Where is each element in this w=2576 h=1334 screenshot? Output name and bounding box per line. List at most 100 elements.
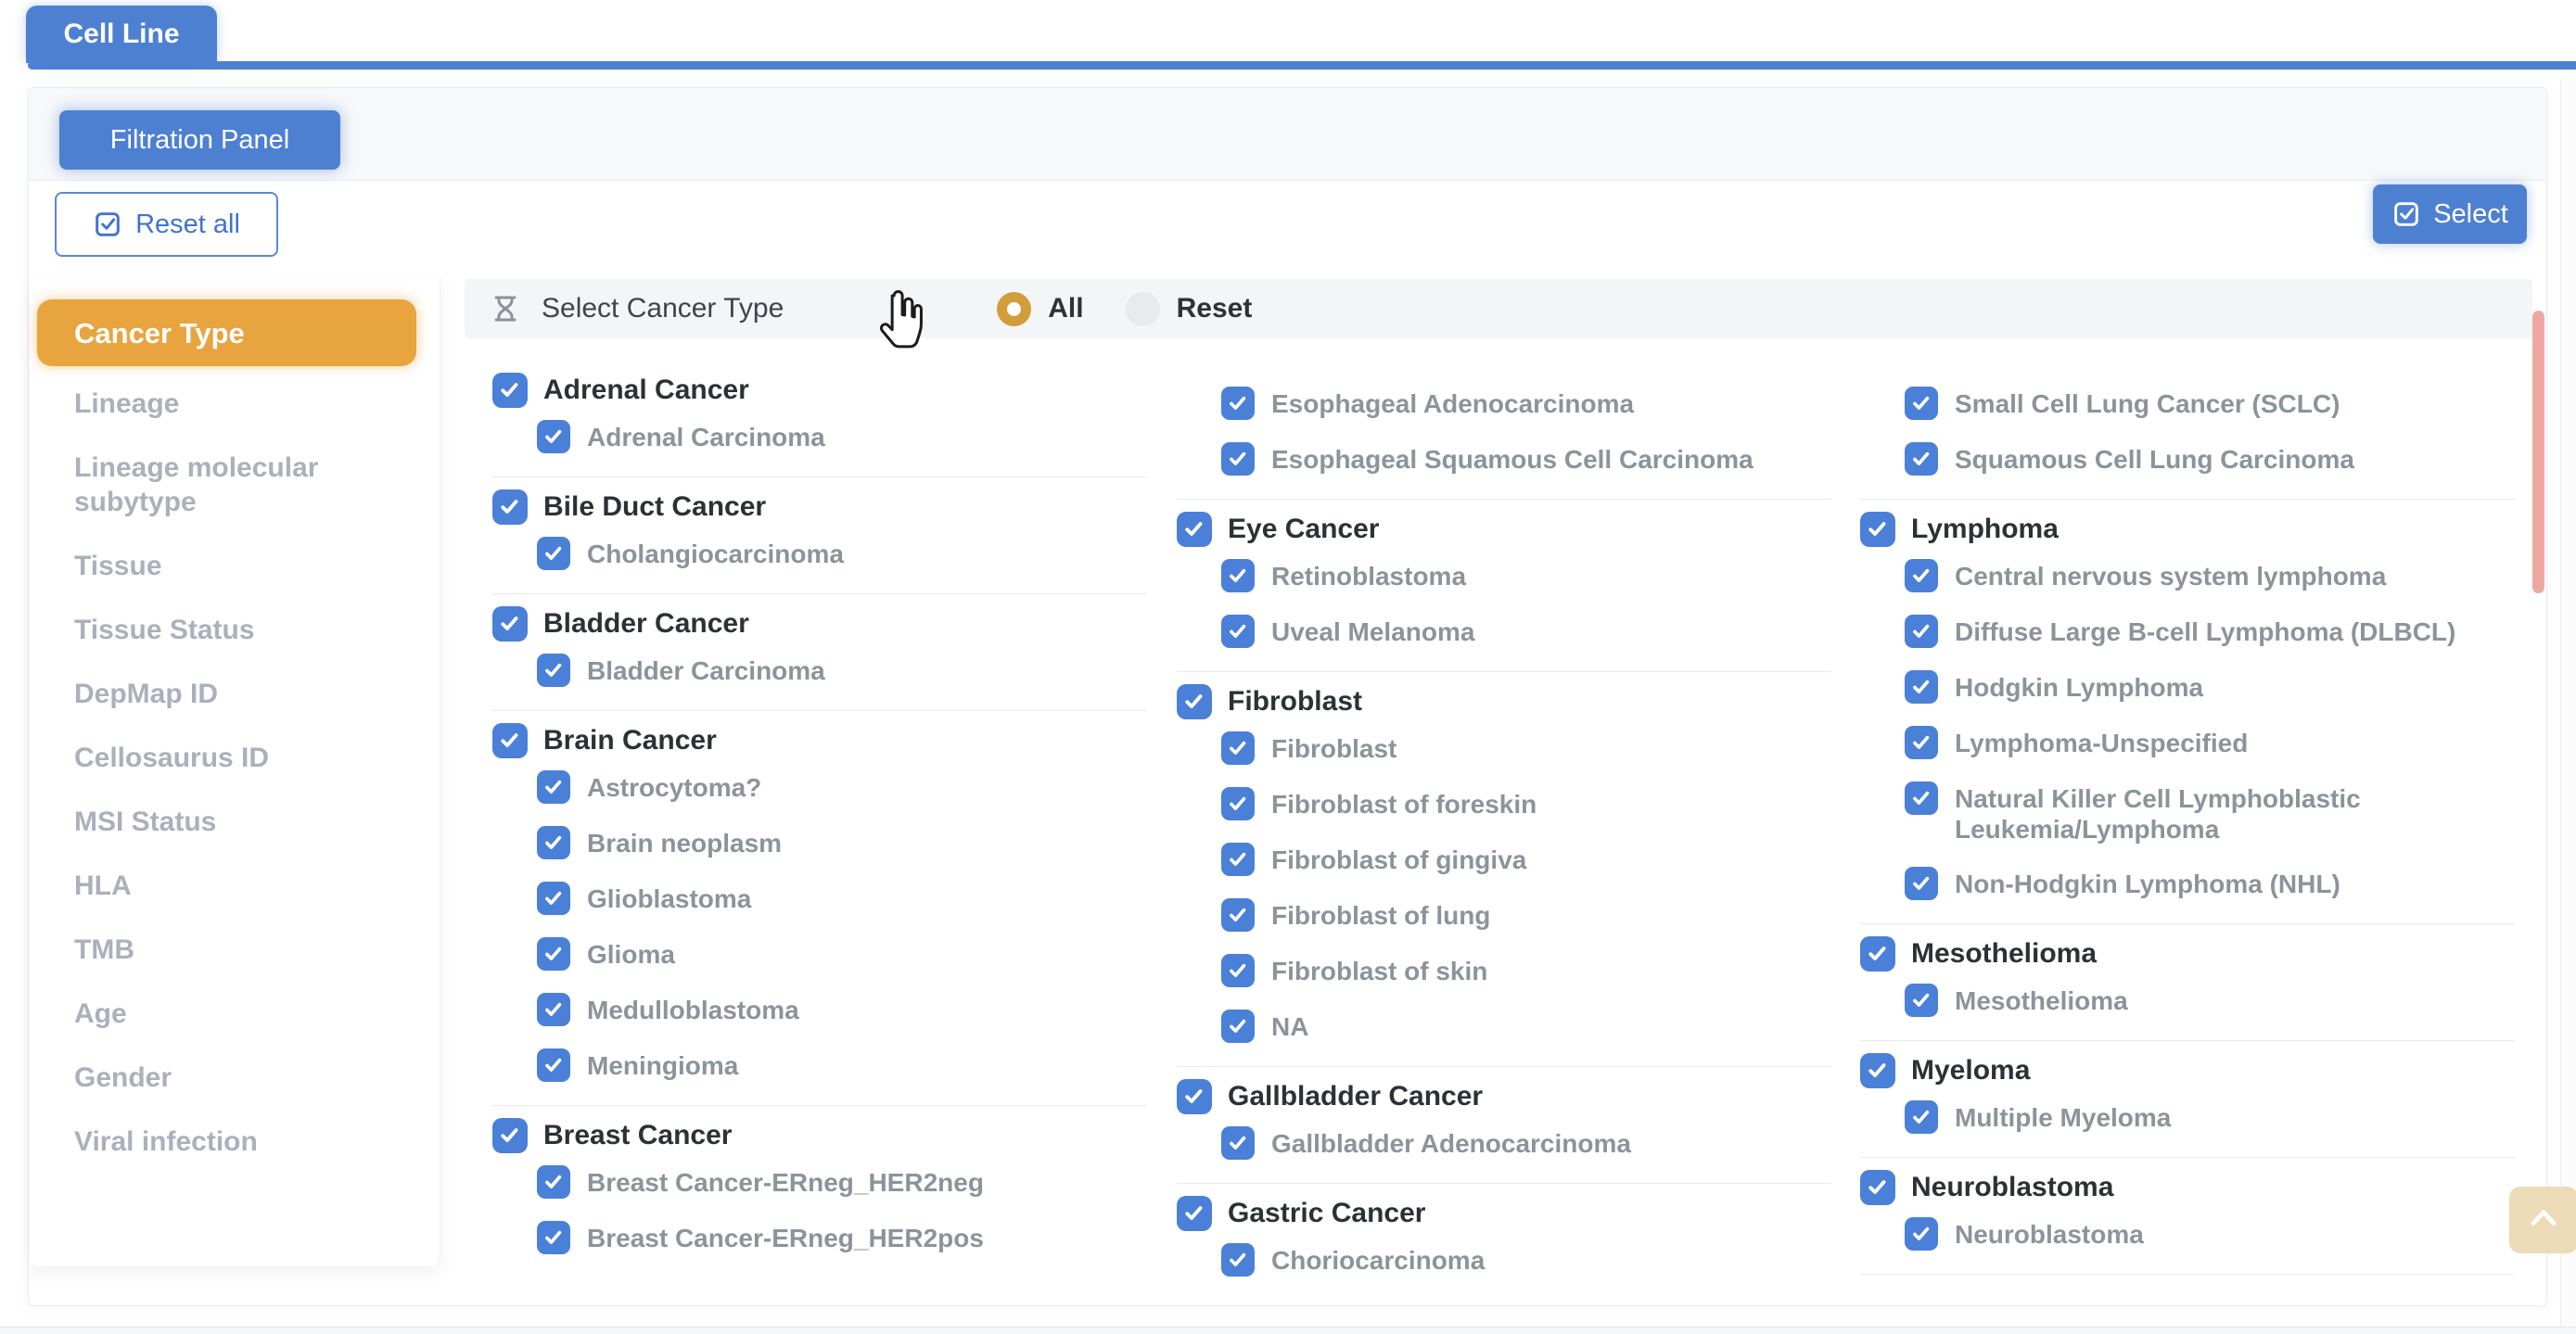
checkbox-bladder-cancer[interactable] <box>492 606 528 642</box>
scroll-to-top-button[interactable] <box>2509 1187 2576 1253</box>
checkbox-squamous-cell-lung-carcinoma[interactable] <box>1905 442 1938 476</box>
checkbox-fibroblast[interactable] <box>1177 684 1212 719</box>
check-icon <box>1909 564 1933 588</box>
radio-option-all[interactable]: All <box>997 292 1083 326</box>
check-icon <box>1909 731 1933 755</box>
sidebar-item-depmap-id[interactable]: DepMap ID <box>30 662 440 726</box>
checkbox-central-nervous-system-lymphoma[interactable] <box>1905 559 1938 592</box>
checkbox-glioma[interactable] <box>537 937 570 971</box>
cancer-subtype-row: Neuroblastoma <box>1905 1217 2515 1251</box>
checkbox-hodgkin-lymphoma[interactable] <box>1905 670 1938 704</box>
sidebar-item-gender[interactable]: Gender <box>30 1046 440 1110</box>
filtration-panel-button[interactable]: Filtration Panel <box>59 110 340 170</box>
cancer-subtype-row: Gallbladder Adenocarcinoma <box>1221 1126 1831 1160</box>
radio-reset-unselected-icon[interactable] <box>1126 292 1160 326</box>
sidebar-item-tissue-status[interactable]: Tissue Status <box>30 598 440 662</box>
checkbox-meningioma[interactable] <box>537 1048 570 1082</box>
cancer-group-eye-cancer: Eye CancerRetinoblastomaUveal Melanoma <box>1177 512 1831 672</box>
cancer-type-row: Fibroblast <box>1177 684 1831 719</box>
cancer-subtype-row: Glioblastoma <box>537 882 1147 915</box>
check-icon <box>497 494 522 519</box>
checkbox-non-hodgkin-lymphoma-nhl[interactable] <box>1905 867 1938 900</box>
check-icon <box>1909 391 1933 415</box>
checkbox-eye-cancer[interactable] <box>1177 512 1212 547</box>
checkbox-neuroblastoma[interactable] <box>1860 1170 1895 1205</box>
cancer-subtype-row: Meningioma <box>537 1048 1147 1082</box>
sidebar-item-tmb[interactable]: TMB <box>30 918 440 982</box>
checkbox-lymphoma-unspecified[interactable] <box>1905 726 1938 759</box>
checkbox-astrocytoma[interactable] <box>537 770 570 804</box>
cancer-type-label: Bladder Cancer <box>543 608 749 640</box>
cancer-subtype-label: Glioma <box>587 937 675 970</box>
radio-option-reset[interactable]: Reset <box>1126 292 1253 326</box>
tab-underline <box>28 61 2576 70</box>
cancer-group: Esophageal AdenocarcinomaEsophageal Squa… <box>1177 387 1831 500</box>
checkbox-fibroblast-of-foreskin[interactable] <box>1221 787 1255 820</box>
reset-all-button[interactable]: Reset all <box>55 192 278 257</box>
cancer-column-1: Adrenal CancerAdrenal CarcinomaBile Duct… <box>492 361 1147 1305</box>
checkbox-gallbladder-cancer[interactable] <box>1177 1079 1212 1114</box>
checkbox-neuroblastoma[interactable] <box>1905 1217 1938 1251</box>
checkbox-na[interactable] <box>1221 1010 1255 1043</box>
vertical-scrollbar-thumb[interactable] <box>2532 311 2544 593</box>
checkbox-retinoblastoma[interactable] <box>1221 559 1255 592</box>
sidebar-item-hla[interactable]: HLA <box>30 854 440 918</box>
checkbox-gastric-cancer[interactable] <box>1177 1196 1212 1231</box>
cancer-subtype-row: Choriocarcinoma <box>1221 1243 1831 1277</box>
sidebar-item-cellosaurus-id[interactable]: Cellosaurus ID <box>30 726 440 790</box>
checkbox-lymphoma[interactable] <box>1860 512 1895 547</box>
cancer-type-row: Bladder Cancer <box>492 606 1147 642</box>
checkbox-multiple-myeloma[interactable] <box>1905 1100 1938 1134</box>
checkbox-diffuse-large-b-cell-lymphoma-dlbcl[interactable] <box>1905 615 1938 648</box>
sidebar-item-tissue[interactable]: Tissue <box>30 534 440 598</box>
cancer-subtype-label: Meningioma <box>587 1048 738 1081</box>
checkbox-gallbladder-adenocarcinoma[interactable] <box>1221 1126 1255 1160</box>
checkbox-mesothelioma[interactable] <box>1905 984 1938 1017</box>
checkbox-brain-neoplasm[interactable] <box>537 826 570 859</box>
checkbox-choriocarcinoma[interactable] <box>1221 1243 1255 1277</box>
checkbox-fibroblast-of-skin[interactable] <box>1221 954 1255 987</box>
sidebar-item-lineage[interactable]: Lineage <box>30 372 440 436</box>
checkbox-adrenal-carcinoma[interactable] <box>537 420 570 453</box>
cancer-subtype-row: Uveal Melanoma <box>1221 615 1831 648</box>
checkbox-natural-killer-cell-lymphoblastic-leukemia-lymphoma[interactable] <box>1905 781 1938 815</box>
cancer-type-label: Breast Cancer <box>543 1120 732 1151</box>
cancer-subtype-label: Breast Cancer-ERneg_HER2neg <box>587 1165 984 1198</box>
sidebar-item-age[interactable]: Age <box>30 982 440 1046</box>
checkbox-myeloma[interactable] <box>1860 1053 1895 1088</box>
cancer-subtype-label: Retinoblastoma <box>1271 559 1466 591</box>
cancer-group-gallbladder-cancer: Gallbladder CancerGallbladder Adenocarci… <box>1177 1079 1831 1184</box>
cancer-subtype-label: Multiple Myeloma <box>1955 1100 2171 1133</box>
sidebar-item-viral-infection[interactable]: Viral infection <box>30 1110 440 1174</box>
checkbox-small-cell-lung-cancer-sclc[interactable] <box>1905 387 1938 420</box>
checkbox-cholangiocarcinoma[interactable] <box>537 537 570 570</box>
tab-cell-line[interactable]: Cell Line <box>26 6 217 63</box>
sidebar-item-cancer-type[interactable]: Cancer Type <box>37 299 416 366</box>
checkbox-adrenal-cancer[interactable] <box>492 373 528 408</box>
checkbox-fibroblast[interactable] <box>1221 731 1255 765</box>
check-icon <box>497 1123 522 1148</box>
cancer-group: Small Cell Lung Cancer (SCLC)Squamous Ce… <box>1860 387 2515 500</box>
cancer-subtype-row: Medulloblastoma <box>537 993 1147 1026</box>
cancer-subtype-row: Multiple Myeloma <box>1905 1100 2515 1134</box>
checkbox-mesothelioma[interactable] <box>1860 936 1895 972</box>
cancer-type-label: Brain Cancer <box>543 725 717 756</box>
checkbox-esophageal-squamous-cell-carcinoma[interactable] <box>1221 442 1255 476</box>
checkbox-breast-cancer-erneg-her2pos[interactable] <box>537 1221 570 1254</box>
checkbox-bile-duct-cancer[interactable] <box>492 489 528 525</box>
checkbox-bladder-carcinoma[interactable] <box>537 654 570 687</box>
checkbox-uveal-melanoma[interactable] <box>1221 615 1255 648</box>
radio-all-selected-icon[interactable] <box>997 292 1031 326</box>
checkbox-fibroblast-of-lung[interactable] <box>1221 898 1255 932</box>
checkbox-breast-cancer[interactable] <box>492 1118 528 1153</box>
check-icon <box>1865 516 1890 541</box>
checkbox-fibroblast-of-gingiva[interactable] <box>1221 843 1255 876</box>
select-button[interactable]: Select <box>2373 184 2527 244</box>
checkbox-medulloblastoma[interactable] <box>537 993 570 1026</box>
checkbox-brain-cancer[interactable] <box>492 723 528 758</box>
checkbox-breast-cancer-erneg-her2neg[interactable] <box>537 1165 570 1199</box>
checkbox-glioblastoma[interactable] <box>537 882 570 915</box>
sidebar-item-msi-status[interactable]: MSI Status <box>30 790 440 854</box>
checkbox-esophageal-adenocarcinoma[interactable] <box>1221 387 1255 420</box>
sidebar-item-lineage-molecular-subytype[interactable]: Lineage molecular subytype <box>30 436 440 534</box>
